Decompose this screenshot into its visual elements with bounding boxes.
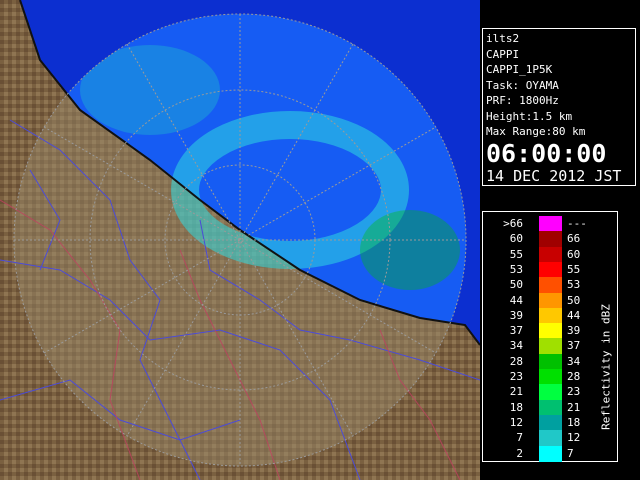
legend-row: 21 23 [483, 384, 617, 401]
legend-swatch [539, 261, 562, 278]
legend-high-value: 60 [567, 247, 581, 261]
site-name: ilts2 [486, 32, 520, 45]
legend-row: 37 39 [483, 323, 617, 340]
legend-swatch [539, 246, 562, 263]
legend-low-value: 39 [509, 308, 523, 322]
max-range-label: Max Range:80 km [486, 125, 586, 138]
legend-swatch [539, 430, 562, 447]
legend-row: >66 --- [483, 216, 617, 232]
legend-low-value: 12 [509, 415, 523, 429]
legend-high-value: 23 [567, 385, 581, 399]
date-label: 14 DEC 2012 JST [486, 166, 622, 185]
legend-high-value: 34 [567, 354, 581, 368]
legend-swatch [539, 399, 562, 416]
legend-swatch [539, 323, 562, 340]
legend-row: 50 53 [483, 277, 617, 294]
legend-row: 7 12 [483, 430, 617, 447]
legend-row: 23 28 [483, 369, 617, 385]
product-name: CAPPI [486, 47, 520, 61]
product-id: CAPPI_1P5K [486, 63, 553, 76]
legend-low-value: 60 [509, 232, 523, 246]
legend-title: Reflectivity in dBZ [599, 304, 613, 430]
legend-swatch [539, 445, 562, 462]
time-label: 06:00:00 [486, 138, 607, 168]
legend-high-value: 50 [567, 293, 581, 307]
legend-row: 34 37 [483, 338, 617, 355]
legend-high-value: 12 [567, 431, 581, 445]
legend-row: 12 18 [483, 414, 617, 431]
legend-low-value: 18 [509, 400, 523, 414]
legend-low-value: 23 [509, 370, 523, 383]
prf-label: PRF: 1800Hz [486, 94, 559, 107]
reflectivity-legend: >66 --- 60 66 55 60 53 55 50 53 44 50 39 44 37 39 34 37 28… [482, 211, 618, 462]
legend-low-value: 44 [509, 293, 523, 307]
legend-swatch [539, 338, 562, 355]
legend-low-value: >66 [503, 217, 523, 230]
legend-high-value: --- [567, 217, 587, 230]
legend-high-value: 37 [567, 339, 581, 353]
legend-high-value: 39 [567, 324, 581, 338]
legend-low-value: 7 [516, 431, 523, 445]
legend-row: 18 21 [483, 399, 617, 416]
legend-high-value: 28 [567, 370, 581, 383]
legend-low-value: 53 [509, 262, 523, 276]
legend-low-value: 28 [509, 354, 523, 368]
legend-high-value: 44 [567, 308, 581, 322]
legend-swatch [539, 307, 562, 324]
legend-swatch [539, 414, 562, 431]
legend-low-value: 2 [516, 446, 523, 460]
legend-row: 28 34 [483, 353, 617, 370]
legend-high-value: 66 [567, 232, 581, 246]
height-label: Height:1.5 km [486, 109, 573, 123]
legend-swatch [539, 353, 562, 370]
legend-swatch [539, 384, 562, 401]
legend-low-value: 50 [509, 278, 523, 292]
legend-row: 39 44 [483, 307, 617, 324]
legend-high-value: 53 [567, 278, 581, 292]
legend-row: 27 [483, 445, 617, 462]
legend-row: 60 66 [483, 231, 617, 248]
legend-high-value: 21 [567, 400, 581, 414]
legend-swatch [539, 231, 562, 248]
radar-map [0, 0, 480, 480]
legend-swatch [539, 277, 562, 294]
task-label: Task: OYAMA [486, 78, 559, 92]
legend-low-value: 37 [509, 324, 523, 338]
legend-row: 53 55 [483, 261, 617, 278]
legend-swatch [539, 369, 562, 385]
legend-low-value: 34 [509, 339, 523, 353]
legend-row: 55 60 [483, 246, 617, 263]
legend-high-value: 7 [567, 446, 574, 460]
info-panel: ilts2 CAPPI CAPPI_1P5K Task: OYAMA PRF: … [482, 28, 636, 186]
legend-high-value: 18 [567, 415, 581, 429]
legend-low-value: 55 [509, 247, 523, 261]
legend-low-value: 21 [509, 385, 523, 399]
legend-swatch [539, 216, 562, 232]
legend-swatch [539, 292, 562, 309]
legend-high-value: 55 [567, 262, 581, 276]
legend-row: 44 50 [483, 292, 617, 309]
